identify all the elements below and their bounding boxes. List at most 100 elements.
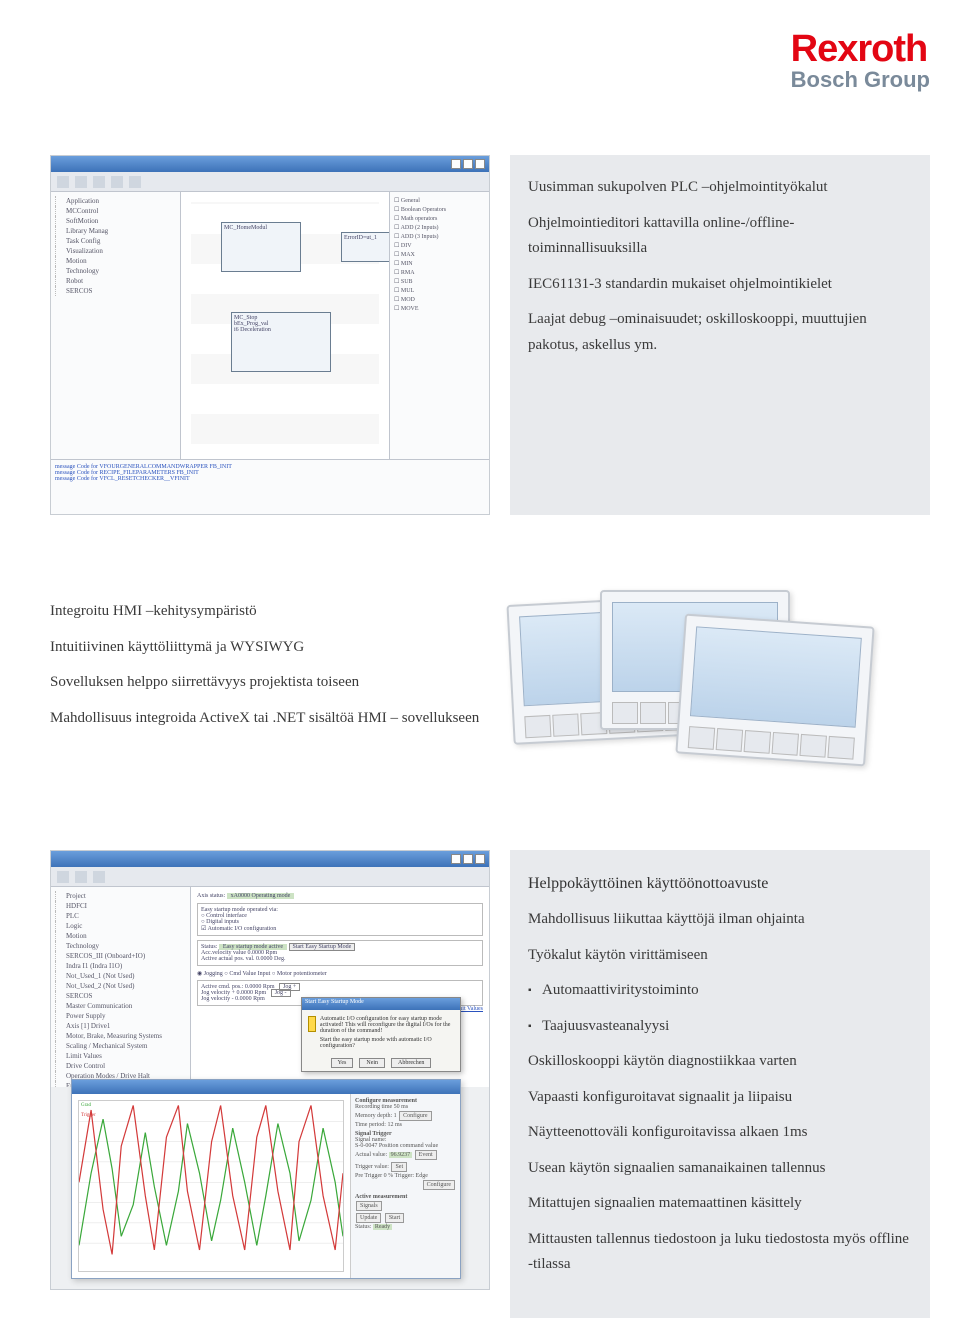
fb-block: ErrorID=ut_1 (341, 232, 389, 262)
unit: % (388, 1173, 393, 1179)
cancel-button[interactable]: Abbrechen (391, 1058, 431, 1068)
fb-block: MC_HomeModul (221, 222, 301, 272)
hmi-screen (690, 626, 862, 727)
value: 1 (394, 1113, 397, 1119)
text-plc: Uusimman sukupolven PLC –ohjelmointityök… (510, 155, 930, 515)
fb-block: MC_StopbEx_Prog_vali6 Deceleration (231, 312, 331, 372)
p: Usean käytön signaalien samanaikainen ta… (528, 1156, 912, 1182)
signals-button[interactable]: Signals (356, 1201, 382, 1211)
radio-label: Jogging (204, 971, 223, 977)
value: Ready (373, 1224, 392, 1230)
scope-chart (79, 1101, 343, 1263)
min-icon (451, 854, 461, 864)
p: Näytteenottoväli konfiguroitavissa alkae… (528, 1120, 912, 1146)
label: Pre Trigger (355, 1173, 382, 1179)
jog-minus-button[interactable]: Jog - (271, 989, 291, 997)
p: Mahdollisuus integroida ActiveX tai .NET… (50, 706, 490, 732)
start-button[interactable]: Start (385, 1213, 404, 1223)
label: Trigger value: (355, 1164, 389, 1170)
tool-icon (93, 871, 105, 883)
tool-icon (75, 176, 87, 188)
p: Intuitiivinen käyttöliittymä ja WYSIWYG (50, 635, 490, 661)
section-title: Helppokäyttöinen käyttöönottoavuste (528, 870, 912, 897)
p: Laajat debug –ominaisuudet; oskilloskoop… (528, 307, 912, 358)
p: Sovelluksen helppo siirrettävyys projekt… (50, 670, 490, 696)
hmi-panel (675, 614, 874, 767)
close-icon (475, 854, 485, 864)
min-icon (451, 159, 461, 169)
tool-icon (57, 176, 69, 188)
ide-screenshot-1: ApplicationMCControlSoftMotionLibrary Ma… (50, 155, 490, 515)
tool-icon (111, 176, 123, 188)
unit: ms (395, 1122, 402, 1128)
value: 96.9237 (389, 1152, 413, 1158)
set-button[interactable]: Set (391, 1162, 407, 1172)
sub-bullet: Automaattiviritystoiminto (528, 978, 912, 1004)
p: Vapaasti konfiguroitavat signaalit ja li… (528, 1085, 912, 1111)
close-icon (475, 159, 485, 169)
toolbar (51, 172, 489, 192)
label: Axis status: (197, 893, 225, 899)
y-axis-label: Grad (81, 1103, 91, 1108)
p: Työkalut käytön virittämiseen (528, 943, 912, 969)
text-commissioning: Helppokäyttöinen käyttöönottoavuste Mahd… (510, 850, 930, 1318)
warning-icon (308, 1016, 316, 1032)
tool-icon (93, 176, 105, 188)
update-button[interactable]: Update (356, 1213, 381, 1223)
p: Integroitu HMI –kehitysympäristö (50, 599, 490, 625)
toolbar (51, 867, 489, 887)
no-button[interactable]: Nein (359, 1058, 385, 1068)
commissioning-panel: Axis status: xA0000 Operating mode Easy … (191, 887, 489, 1087)
max-icon (463, 159, 473, 169)
max-icon (463, 854, 473, 864)
label: Jog velocity - (201, 996, 234, 1002)
value: 0.0000 Deg. (256, 956, 286, 962)
oscilloscope-window: Grad Trigger Configure measurement Recor… (71, 1079, 461, 1279)
radio-label: Cmd Value Input (229, 971, 270, 977)
brand-logo: Rexroth Bosch Group (791, 28, 930, 93)
ide-screenshot-2: ProjectHDFCIPLCLogicMotionTechnologySERC… (50, 850, 490, 1290)
value: 0.0000 Rpm (235, 996, 265, 1002)
sub-bullet: Taajuusvasteanalyysi (528, 1014, 912, 1040)
label: Active actual pos. val. (201, 956, 254, 962)
label: Status: (355, 1224, 371, 1230)
label: Memory depth: (355, 1113, 392, 1119)
p: Mitattujen signaalien matemaattinen käsi… (528, 1191, 912, 1217)
start-button[interactable]: Start Easy Startup Mode (289, 943, 356, 951)
configure-button[interactable]: Configure (399, 1111, 431, 1121)
label: Trigger: (395, 1173, 414, 1179)
p: Ohjelmointieditori kattavilla online-/of… (528, 211, 912, 262)
scope-side-panel: Configure measurement Recording time 50 … (350, 1094, 460, 1278)
dialog-msg: Start the easy startup mode with automat… (320, 1037, 454, 1049)
dialog-msg: Automatic I/O configuration for easy sta… (320, 1016, 454, 1034)
configure-button[interactable]: Configure (423, 1180, 455, 1190)
check-label: Automatic I/O configuration (208, 926, 277, 932)
tool-icon (129, 176, 141, 188)
ide-body: ProjectHDFCIPLCLogicMotionTechnologySERC… (51, 887, 489, 1087)
logo-main: Rexroth (791, 28, 930, 71)
scope-titlebar (72, 1080, 460, 1094)
label: Time period: (355, 1122, 386, 1128)
scope-plot: Grad Trigger (78, 1100, 344, 1272)
p: Oskilloskooppi käytön diagnostiikkaa var… (528, 1049, 912, 1075)
row-commissioning: ProjectHDFCIPLCLogicMotionTechnologySERC… (50, 850, 930, 1318)
value: 0 (384, 1173, 387, 1179)
trigger-label: Trigger (81, 1113, 96, 1118)
confirm-dialog: Start Easy Startup Mode Automatic I/O co… (301, 997, 461, 1072)
p: IEC61131-3 standardin mukaiset ohjelmoin… (528, 272, 912, 298)
logo-sub: Bosch Group (791, 67, 930, 93)
output-panel: message Code for VFOURGENERALCOMMANDWRAP… (51, 459, 489, 514)
value: 12 (387, 1122, 393, 1128)
tool-icon (57, 871, 69, 883)
tool-icon (75, 871, 87, 883)
hmi-thumbnails (510, 570, 830, 770)
row-hmi: Integroitu HMI –kehitysympäristö Intuiti… (50, 570, 930, 770)
hmi-keys (688, 726, 855, 760)
event-button[interactable]: Event (415, 1150, 437, 1160)
text-hmi: Integroitu HMI –kehitysympäristö Intuiti… (50, 599, 490, 741)
project-tree: ProjectHDFCIPLCLogicMotionTechnologySERC… (51, 887, 191, 1087)
yes-button[interactable]: Yes (331, 1058, 354, 1068)
p: Uusimman sukupolven PLC –ohjelmointityök… (528, 175, 912, 201)
window-titlebar (51, 851, 489, 867)
row-plc: ApplicationMCControlSoftMotionLibrary Ma… (50, 155, 930, 515)
